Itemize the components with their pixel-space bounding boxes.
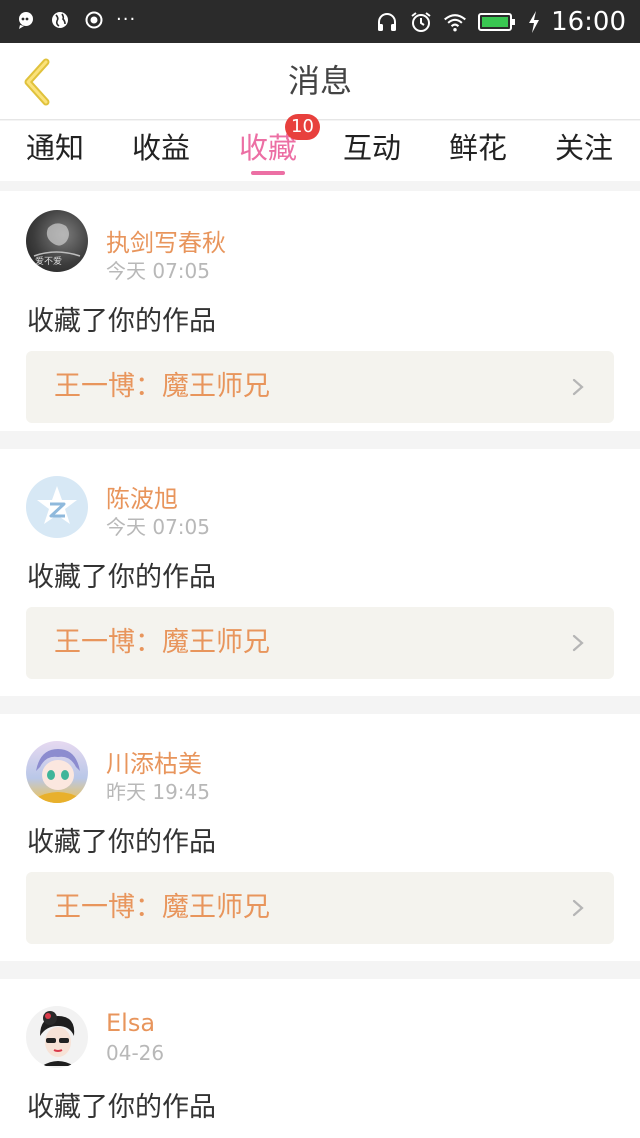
chevron-right-icon	[572, 378, 584, 396]
work-title: 王一博：魔王师兄	[54, 892, 270, 923]
timestamp: 今天 07:05	[106, 259, 210, 283]
globe-icon	[48, 8, 72, 32]
status-bar: ··· 16:00	[0, 0, 640, 43]
work-link[interactable]: 王一博：魔王师兄	[26, 872, 614, 944]
avatar[interactable]: 爱不爱	[26, 210, 88, 272]
top-navigation-bar: 消息	[0, 43, 640, 120]
action-text: 收藏了你的作品	[27, 1092, 216, 1123]
status-right-icons: 16:00	[375, 4, 626, 40]
tab-label: 互动	[342, 131, 401, 165]
username[interactable]: Elsa	[106, 1009, 155, 1037]
more-dots: ···	[116, 9, 137, 30]
status-left-icons: ···	[14, 8, 136, 32]
chevron-right-icon	[572, 634, 584, 652]
clock-time: 16:00	[551, 7, 626, 37]
message-tabs: 通知 收益 收藏 10 互动 鲜花 关注	[0, 114, 640, 181]
battery-icon	[477, 10, 517, 34]
default-avatar-icon	[37, 486, 77, 524]
avatar-caption: 爱不爱	[35, 256, 62, 267]
list-item: 陈波旭 今天 07:05 收藏了你的作品 王一博：魔王师兄	[0, 449, 640, 696]
avatar-image	[34, 749, 82, 803]
tab-label: 关注	[554, 131, 613, 165]
tab-label: 通知	[25, 131, 84, 165]
headphones-icon	[375, 10, 399, 34]
alarm-icon	[409, 10, 433, 34]
action-text: 收藏了你的作品	[27, 827, 216, 858]
action-text: 收藏了你的作品	[27, 562, 216, 593]
action-text: 收藏了你的作品	[27, 306, 216, 337]
work-link[interactable]: 王一博：魔王师兄	[26, 607, 614, 679]
charging-icon	[527, 10, 541, 34]
list-item: Elsa 04-26 收藏了你的作品	[0, 979, 640, 1138]
page-title: 消息	[287, 62, 352, 100]
username[interactable]: 执剑写春秋	[106, 223, 226, 258]
unread-count-badge: 10	[285, 114, 320, 140]
list-item: 川添枯美 昨天 19:45 收藏了你的作品 王一博：魔王师兄	[0, 714, 640, 961]
avatar[interactable]	[26, 741, 88, 803]
wifi-icon	[443, 10, 467, 34]
timestamp: 昨天 19:45	[106, 780, 210, 804]
work-link[interactable]: 王一博：魔王师兄	[26, 351, 614, 423]
timestamp: 今天 07:05	[106, 515, 210, 539]
username[interactable]: 陈波旭	[106, 479, 178, 514]
work-title: 王一博：魔王师兄	[54, 627, 270, 658]
list-item: 爱不爱 执剑写春秋 今天 07:05 收藏了你的作品 王一博：魔王师兄	[0, 191, 640, 431]
username[interactable]: 川添枯美	[106, 744, 202, 779]
tab-notifications[interactable]: 通知	[20, 121, 90, 181]
tab-label: 收益	[131, 131, 190, 165]
avatar[interactable]	[26, 1006, 88, 1068]
record-icon	[82, 8, 106, 32]
avatar[interactable]	[26, 476, 88, 538]
tab-earnings[interactable]: 收益	[126, 121, 196, 181]
notification-icon	[14, 8, 38, 32]
avatar-image	[40, 1011, 75, 1066]
tab-interactions[interactable]: 互动	[337, 121, 407, 181]
active-tab-indicator	[251, 171, 285, 175]
avatar-image: 爱不爱	[33, 223, 81, 267]
tab-favorites[interactable]: 收藏 10	[233, 114, 320, 181]
tab-following[interactable]: 关注	[549, 121, 619, 181]
tab-flowers[interactable]: 鲜花	[443, 121, 513, 181]
tab-label: 鲜花	[448, 131, 507, 165]
chevron-right-icon	[572, 899, 584, 917]
work-title: 王一博：魔王师兄	[54, 371, 270, 402]
timestamp: 04-26	[106, 1041, 165, 1065]
